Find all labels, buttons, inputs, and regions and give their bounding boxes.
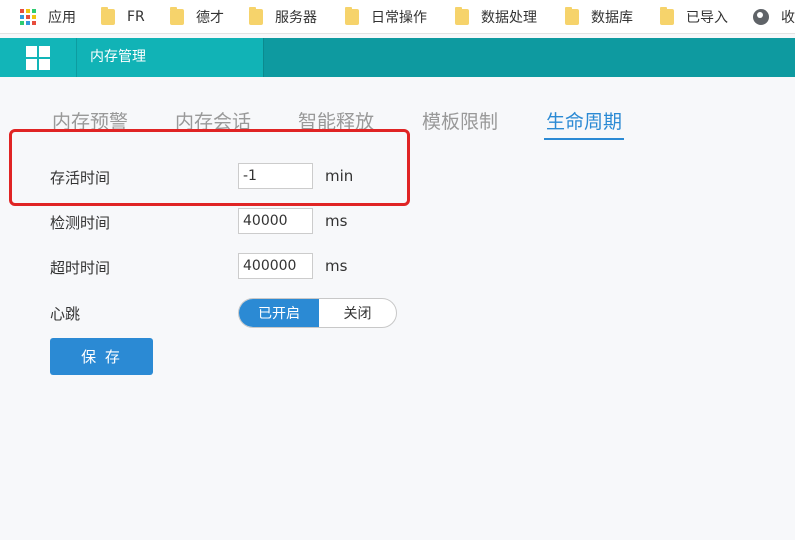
bookmark-label: 应用 (48, 9, 76, 26)
bookmark-label: 收 (781, 9, 795, 26)
check-time-input[interactable] (238, 208, 313, 234)
bookmark-server[interactable]: 服务器 (249, 0, 317, 33)
bookmark-label: 德才 (196, 9, 224, 26)
globe-icon (753, 8, 769, 25)
bookmark-decai[interactable]: 德才 (170, 0, 224, 33)
tab-lifecycle[interactable]: 生命周期 (546, 107, 622, 134)
folder-icon (101, 6, 115, 25)
bookmark-collect[interactable]: 收 (753, 0, 795, 33)
folder-icon (455, 6, 469, 25)
heartbeat-on-option[interactable]: 已开启 (239, 299, 319, 327)
bookmark-label: 日常操作 (371, 9, 427, 26)
bookmark-database[interactable]: 数据库 (565, 0, 633, 33)
timeout-time-unit: ms (325, 257, 348, 275)
timeout-time-label: 超时时间 (50, 259, 111, 277)
bookmark-label: 数据处理 (481, 9, 537, 26)
folder-icon (249, 6, 263, 25)
heartbeat-label: 心跳 (50, 305, 81, 323)
tab-template-limit[interactable]: 模板限制 (422, 107, 498, 134)
bookmark-imported[interactable]: 已导入 (660, 0, 728, 33)
folder-icon (565, 6, 579, 25)
bookmark-fr[interactable]: FR (101, 0, 145, 33)
bookmarks-bar: 应用 FR 德才 服务器 日常操作 数据处理 数据库 已导入 收 (0, 0, 795, 34)
bookmark-label: 已导入 (686, 9, 728, 26)
bookmark-daily-ops[interactable]: 日常操作 (345, 0, 427, 33)
bookmark-label: 数据库 (591, 9, 633, 26)
app-header: 内存管理 (0, 38, 795, 77)
grid-menu-icon (26, 45, 50, 70)
tab-memory-management[interactable]: 内存管理 (76, 38, 264, 77)
folder-icon (660, 6, 674, 25)
folder-icon (170, 6, 184, 25)
heartbeat-toggle[interactable]: 已开启 关闭 (238, 298, 397, 328)
timeout-time-input[interactable] (238, 253, 313, 279)
bookmark-label: 服务器 (275, 9, 317, 26)
save-button[interactable]: 保 存 (50, 338, 153, 375)
apps-icon (20, 8, 36, 25)
bookmark-apps[interactable]: 应用 (20, 0, 76, 33)
menu-button[interactable] (0, 38, 76, 77)
check-time-label: 检测时间 (50, 214, 111, 232)
check-time-unit: ms (325, 212, 348, 230)
active-tab-indicator (544, 138, 624, 140)
folder-icon (345, 6, 359, 25)
heartbeat-off-option[interactable]: 关闭 (319, 299, 396, 327)
bookmark-label: FR (127, 8, 145, 25)
highlight-box (9, 129, 410, 206)
bookmark-data-processing[interactable]: 数据处理 (455, 0, 537, 33)
